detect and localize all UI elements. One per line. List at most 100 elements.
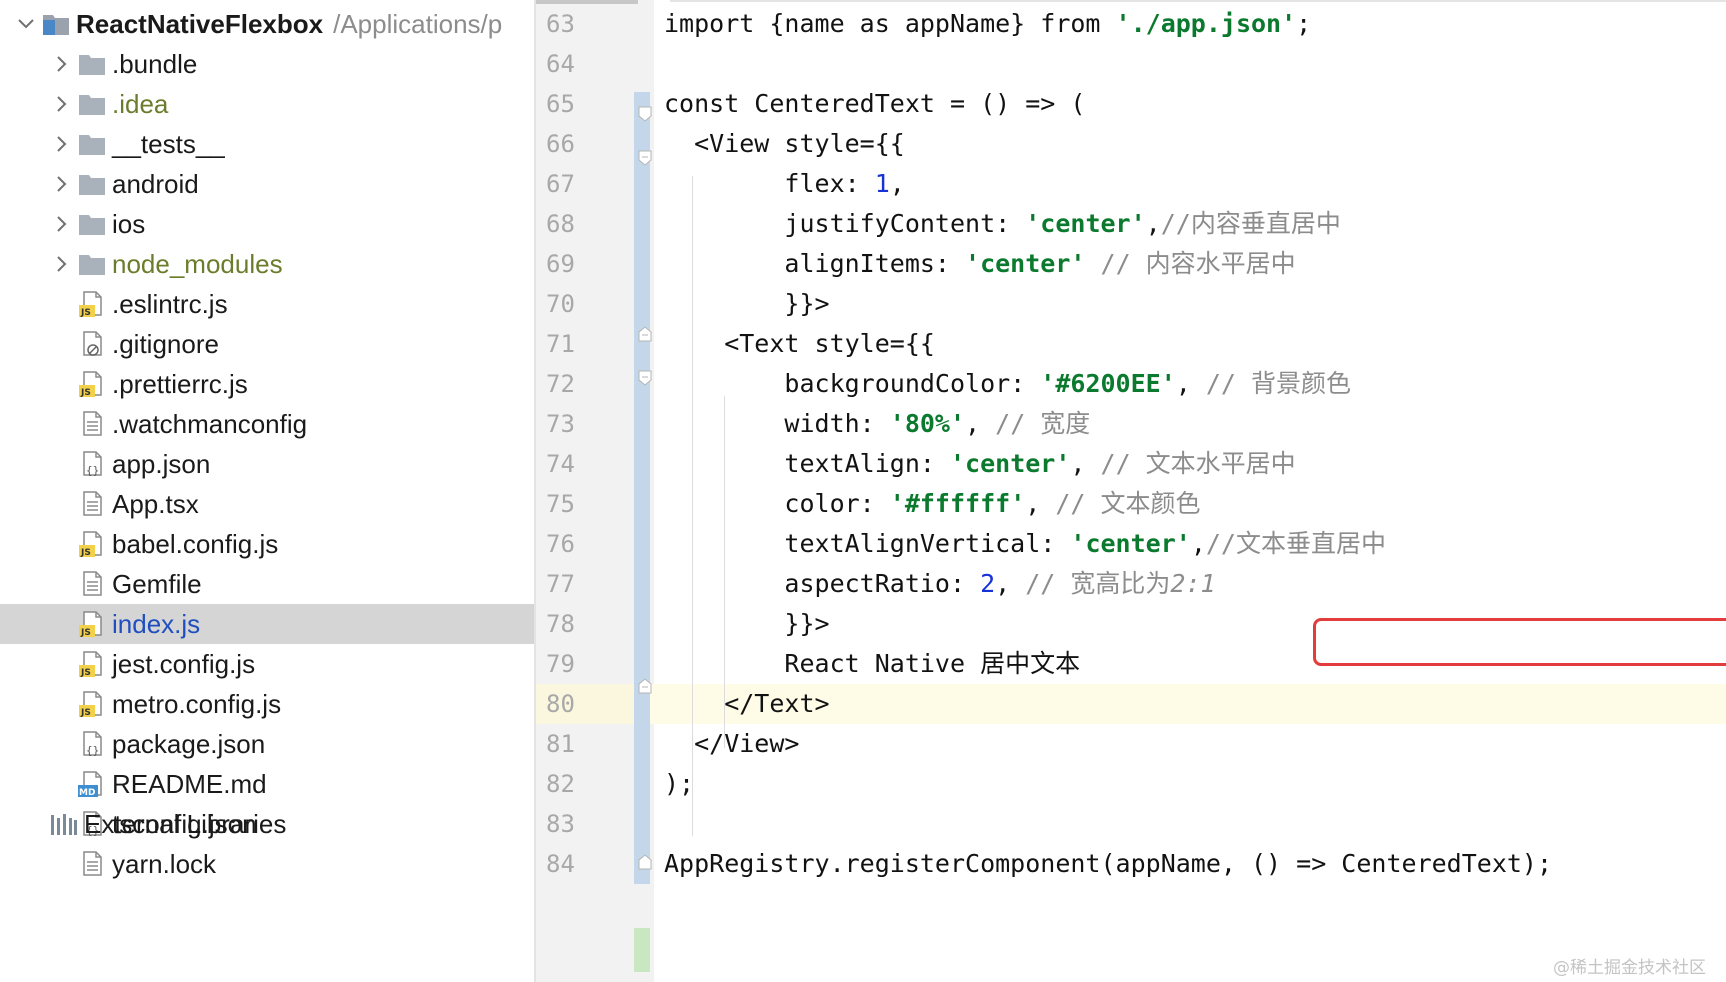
- line-number-cell[interactable]: 81: [536, 724, 634, 764]
- project-root-row[interactable]: ReactNativeFlexbox /Applications/p: [0, 4, 534, 44]
- line-number-cell[interactable]: 63: [536, 4, 634, 44]
- line-number-cell[interactable]: 65: [536, 84, 634, 124]
- chevron-right-icon[interactable]: [48, 164, 76, 204]
- code-token: ,: [1190, 529, 1206, 558]
- line-number-cell[interactable]: 69: [536, 244, 634, 284]
- tree-item-label: .eslintrc.js: [112, 288, 228, 319]
- number-token: 2: [980, 569, 996, 598]
- code-line[interactable]: 69 alignItems: 'center' // 内容水平居中: [536, 244, 1726, 284]
- chevron-right-icon[interactable]: [48, 84, 76, 124]
- line-number-cell[interactable]: 73: [536, 404, 634, 444]
- tree-file-item[interactable]: JS babel.config.js: [0, 524, 534, 564]
- line-number-cell[interactable]: 66: [536, 124, 634, 164]
- line-number-cell[interactable]: 78: [536, 604, 634, 644]
- folder-icon: [40, 4, 72, 44]
- tree-folder-item[interactable]: __tests__: [0, 124, 534, 164]
- tree-file-item[interactable]: {} app.json: [0, 444, 534, 484]
- tree-item-label: jest.config.js: [112, 648, 256, 679]
- code-line[interactable]: 63 import {name as appName} from './app.j…: [536, 4, 1726, 44]
- line-number-cell[interactable]: 80: [536, 684, 634, 724]
- line-number-cell[interactable]: 76: [536, 524, 634, 564]
- code-line[interactable]: 74 textAlign: 'center', // 文本水平居中: [536, 444, 1726, 484]
- code-line[interactable]: 82);: [536, 764, 1726, 804]
- tree-file-item[interactable]: Gemfile: [0, 564, 534, 604]
- line-number: 84: [546, 850, 575, 878]
- fold-end-icon[interactable]: [638, 854, 652, 870]
- chevron-down-icon[interactable]: [12, 4, 40, 44]
- tree-file-item[interactable]: MD README.md: [0, 764, 534, 804]
- line-number-cell[interactable]: 74: [536, 444, 634, 484]
- chevron-right-icon[interactable]: [48, 44, 76, 84]
- code-line[interactable]: 72 backgroundColor: '#6200EE', // 背景颜色: [536, 364, 1726, 404]
- code-line[interactable]: 64: [536, 44, 1726, 84]
- tree-folder-item[interactable]: .idea: [0, 84, 534, 124]
- tree-folder-item[interactable]: .bundle: [0, 44, 534, 84]
- fold-end-icon[interactable]: [638, 678, 652, 694]
- tree-file-item[interactable]: JS metro.config.js: [0, 684, 534, 724]
- js-file-icon: JS: [76, 604, 108, 644]
- tree-file-item[interactable]: JS jest.config.js: [0, 644, 534, 684]
- fold-start-icon[interactable]: [638, 150, 652, 166]
- code-line[interactable]: 66 <View style={{: [536, 124, 1726, 164]
- tree-item-label: android: [112, 168, 199, 199]
- code-line[interactable]: 77 aspectRatio: 2, // 宽高比为2:1: [536, 564, 1726, 604]
- code-line[interactable]: 75 color: '#ffffff', // 文本颜色: [536, 484, 1726, 524]
- tree-file-item[interactable]: yarn.lock: [0, 844, 534, 884]
- tree-item-label: .watchmanconfig: [112, 408, 308, 439]
- tree-file-item[interactable]: JS index.js: [0, 604, 534, 644]
- line-number: 78: [546, 610, 575, 638]
- external-libraries-row[interactable]: External Libraries: [0, 804, 534, 844]
- code-token: aspectRatio:: [664, 569, 981, 598]
- fold-end-icon[interactable]: [638, 326, 652, 342]
- line-number-cell[interactable]: 70: [536, 284, 634, 324]
- code-text: }}>: [664, 284, 829, 328]
- tree-file-item[interactable]: JS .eslintrc.js: [0, 284, 534, 324]
- code-line[interactable]: 73 width: '80%', // 宽度: [536, 404, 1726, 444]
- code-line[interactable]: 81 </View>: [536, 724, 1726, 764]
- vcs-added-marker[interactable]: [634, 928, 650, 972]
- tree-item-label: .bundle: [112, 48, 198, 79]
- code-line[interactable]: 76 textAlignVertical: 'center',//文本垂直居中: [536, 524, 1726, 564]
- code-line[interactable]: 65 const CenteredText = () => (: [536, 84, 1726, 124]
- code-token: ;: [1296, 9, 1312, 38]
- tree-file-item[interactable]: .watchmanconfig: [0, 404, 534, 444]
- tree-file-item[interactable]: {} package.json: [0, 724, 534, 764]
- code-line[interactable]: 70 }}>: [536, 284, 1726, 324]
- line-number-cell[interactable]: 84: [536, 844, 634, 884]
- chevron-right-icon[interactable]: [48, 204, 76, 244]
- line-number-cell[interactable]: 83: [536, 804, 634, 844]
- tree-file-item[interactable]: .gitignore: [0, 324, 534, 364]
- svg-text:JS: JS: [80, 708, 91, 718]
- code-line[interactable]: 80 </Text>: [536, 684, 1726, 724]
- line-number-cell[interactable]: 71: [536, 324, 634, 364]
- code-editor[interactable]: 63 import {name as appName} from './app.j…: [536, 0, 1726, 982]
- json-file-icon: {}: [76, 444, 108, 484]
- line-number-cell[interactable]: 77: [536, 564, 634, 604]
- line-number-cell[interactable]: 68: [536, 204, 634, 244]
- code-line[interactable]: 84 AppRegistry.registerComponent(appName,…: [536, 844, 1726, 884]
- line-number-cell[interactable]: 72: [536, 364, 634, 404]
- line-number-cell[interactable]: 75: [536, 484, 634, 524]
- vcs-change-marker[interactable]: [634, 92, 650, 884]
- svg-text:JS: JS: [80, 548, 91, 558]
- code-line[interactable]: 83: [536, 804, 1726, 844]
- chevron-right-icon[interactable]: [48, 124, 76, 164]
- js-file-icon: JS: [76, 524, 108, 564]
- code-line[interactable]: 71 <Text style={{: [536, 324, 1726, 364]
- line-number-cell[interactable]: 64: [536, 44, 634, 84]
- line-number-cell[interactable]: 67: [536, 164, 634, 204]
- tree-folder-item[interactable]: ios: [0, 204, 534, 244]
- code-line[interactable]: 67 flex: 1,: [536, 164, 1726, 204]
- line-number-cell[interactable]: 82: [536, 764, 634, 804]
- fold-start-icon[interactable]: [638, 370, 652, 386]
- code-token: );: [664, 769, 695, 798]
- tree-folder-item[interactable]: node_modules: [0, 244, 534, 284]
- tree-file-item[interactable]: JS .prettierrc.js: [0, 364, 534, 404]
- tree-folder-item[interactable]: android: [0, 164, 534, 204]
- chevron-right-icon[interactable]: [48, 244, 76, 284]
- tree-file-item[interactable]: App.tsx: [0, 484, 534, 524]
- line-number-cell[interactable]: 79: [536, 644, 634, 684]
- fold-start-icon[interactable]: [638, 106, 652, 122]
- code-line[interactable]: 68 justifyContent: 'center',//内容垂直居中: [536, 204, 1726, 244]
- tree-item-label: .prettierrc.js: [112, 368, 248, 399]
